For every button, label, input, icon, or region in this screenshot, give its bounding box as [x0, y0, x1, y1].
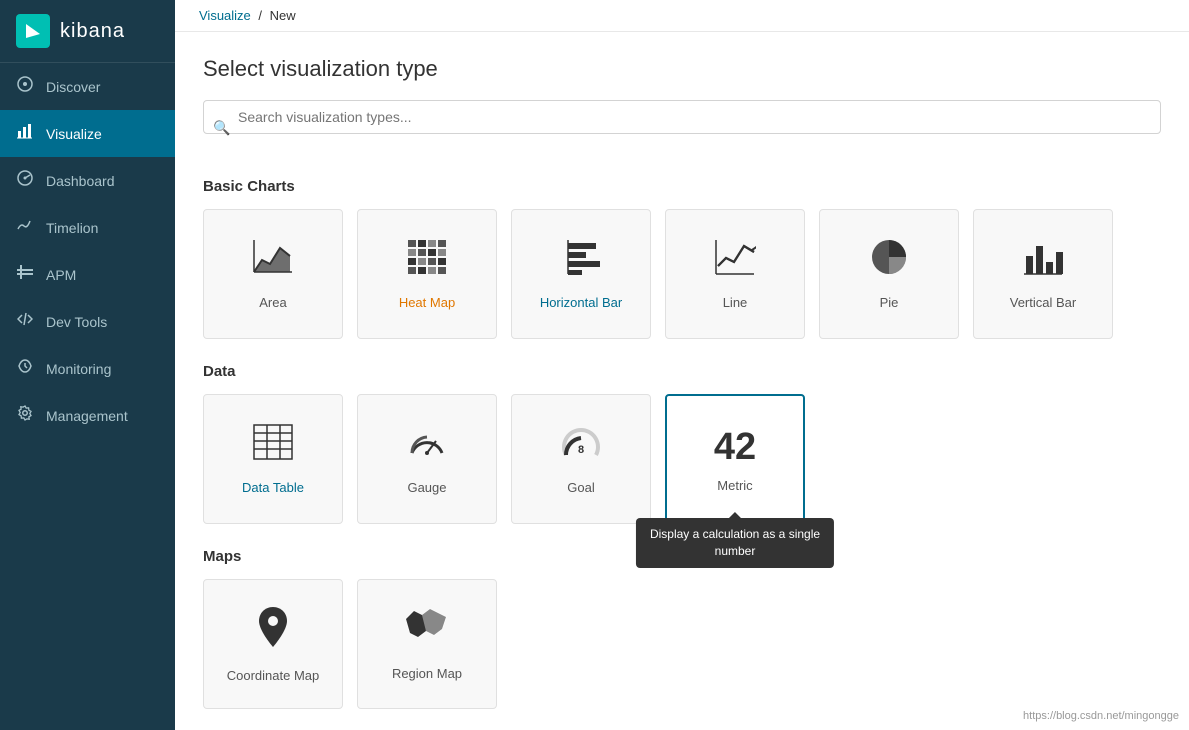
section-title-basic-charts: Basic Charts	[203, 178, 1161, 195]
breadcrumb-separator: /	[258, 8, 265, 23]
metric-icon: 42	[714, 426, 756, 468]
search-wrapper: 🔍	[203, 100, 1161, 156]
sidebar-item-management[interactable]: Management	[0, 392, 175, 439]
sidebar-item-apm[interactable]: APM	[0, 251, 175, 298]
pie-icon	[868, 238, 910, 285]
content-area: Select visualization type 🔍 Basic Charts…	[175, 32, 1189, 730]
sidebar-item-monitoring[interactable]: Monitoring	[0, 345, 175, 392]
card-label-hbar: Horizontal Bar	[540, 295, 622, 310]
sidebar-label-devtools: Dev Tools	[46, 314, 107, 330]
card-data-table[interactable]: Data Table	[203, 394, 343, 524]
sidebar-label-management: Management	[46, 408, 128, 424]
page-title: Select visualization type	[203, 56, 1161, 82]
line-icon	[714, 238, 756, 285]
monitoring-icon	[16, 358, 34, 379]
card-horizontal-bar[interactable]: Horizontal Bar	[511, 209, 651, 339]
sidebar-item-dashboard[interactable]: Dashboard	[0, 157, 175, 204]
card-label-region-map: Region Map	[392, 666, 462, 681]
card-label-data-table: Data Table	[242, 480, 304, 495]
card-label-line: Line	[723, 295, 748, 310]
sidebar-item-discover[interactable]: Discover	[0, 63, 175, 110]
gauge-icon	[406, 423, 448, 470]
card-label-pie: Pie	[880, 295, 899, 310]
vertical-bar-icon	[1022, 238, 1064, 285]
card-pie[interactable]: Pie	[819, 209, 959, 339]
kibana-logo-text: kibana	[60, 20, 125, 43]
sidebar-label-monitoring: Monitoring	[46, 361, 111, 377]
card-line[interactable]: Line	[665, 209, 805, 339]
footer-url: https://blog.csdn.net/mingongge	[1023, 710, 1179, 722]
maps-grid: Coordinate Map Region Map	[203, 579, 1161, 709]
basic-charts-grid: Area	[203, 209, 1161, 339]
card-gauge[interactable]: Gauge	[357, 394, 497, 524]
sidebar-item-devtools[interactable]: Dev Tools	[0, 298, 175, 345]
search-icon: 🔍	[213, 120, 230, 137]
visualize-icon	[16, 123, 34, 144]
timelion-icon	[16, 217, 34, 238]
apm-icon	[16, 264, 34, 285]
card-label-vbar: Vertical Bar	[1010, 295, 1076, 310]
svg-text:8: 8	[578, 444, 584, 456]
card-label-gauge: Gauge	[407, 480, 446, 495]
sidebar-label-visualize: Visualize	[46, 126, 102, 142]
kibana-logo-icon	[16, 14, 50, 48]
breadcrumb: Visualize / New	[175, 0, 1189, 32]
card-region-map[interactable]: Region Map	[357, 579, 497, 709]
logo-area: kibana	[0, 0, 175, 63]
card-label-metric: Metric	[717, 478, 752, 493]
sidebar-label-discover: Discover	[46, 79, 100, 95]
sidebar-item-visualize[interactable]: Visualize	[0, 110, 175, 157]
data-grid: Data Table Gauge	[203, 394, 1161, 524]
sidebar-item-timelion[interactable]: Timelion	[0, 204, 175, 251]
card-label-area: Area	[259, 295, 286, 310]
sidebar-label-apm: APM	[46, 267, 76, 283]
breadcrumb-parent[interactable]: Visualize	[199, 8, 251, 23]
sidebar: kibana Discover Visualize Dashboard Time…	[0, 0, 175, 730]
main-content: Visualize / New Select visualization typ…	[175, 0, 1189, 730]
search-input[interactable]	[203, 100, 1161, 134]
sidebar-label-dashboard: Dashboard	[46, 173, 115, 189]
region-map-icon	[404, 607, 450, 656]
card-label-coordinate-map: Coordinate Map	[227, 668, 320, 683]
section-title-maps: Maps	[203, 548, 1161, 565]
card-label-goal: Goal	[567, 480, 594, 495]
coordinate-map-icon	[252, 605, 294, 658]
data-table-icon	[252, 423, 294, 470]
card-area[interactable]: Area	[203, 209, 343, 339]
sidebar-label-timelion: Timelion	[46, 220, 98, 236]
goal-icon: 8	[560, 423, 602, 470]
discover-icon	[16, 76, 34, 97]
breadcrumb-current: New	[270, 8, 296, 23]
card-heatmap[interactable]: Heat Map	[357, 209, 497, 339]
card-label-heatmap: Heat Map	[399, 295, 455, 310]
area-icon	[252, 238, 294, 285]
horizontal-bar-icon	[560, 238, 602, 285]
card-metric[interactable]: 42 Metric Display a calculation as a sin…	[665, 394, 805, 524]
card-vertical-bar[interactable]: Vertical Bar	[973, 209, 1113, 339]
dashboard-icon	[16, 170, 34, 191]
heatmap-icon	[406, 238, 448, 285]
management-icon	[16, 405, 34, 426]
section-title-data: Data	[203, 363, 1161, 380]
card-coordinate-map[interactable]: Coordinate Map	[203, 579, 343, 709]
devtools-icon	[16, 311, 34, 332]
card-goal[interactable]: 8 Goal	[511, 394, 651, 524]
